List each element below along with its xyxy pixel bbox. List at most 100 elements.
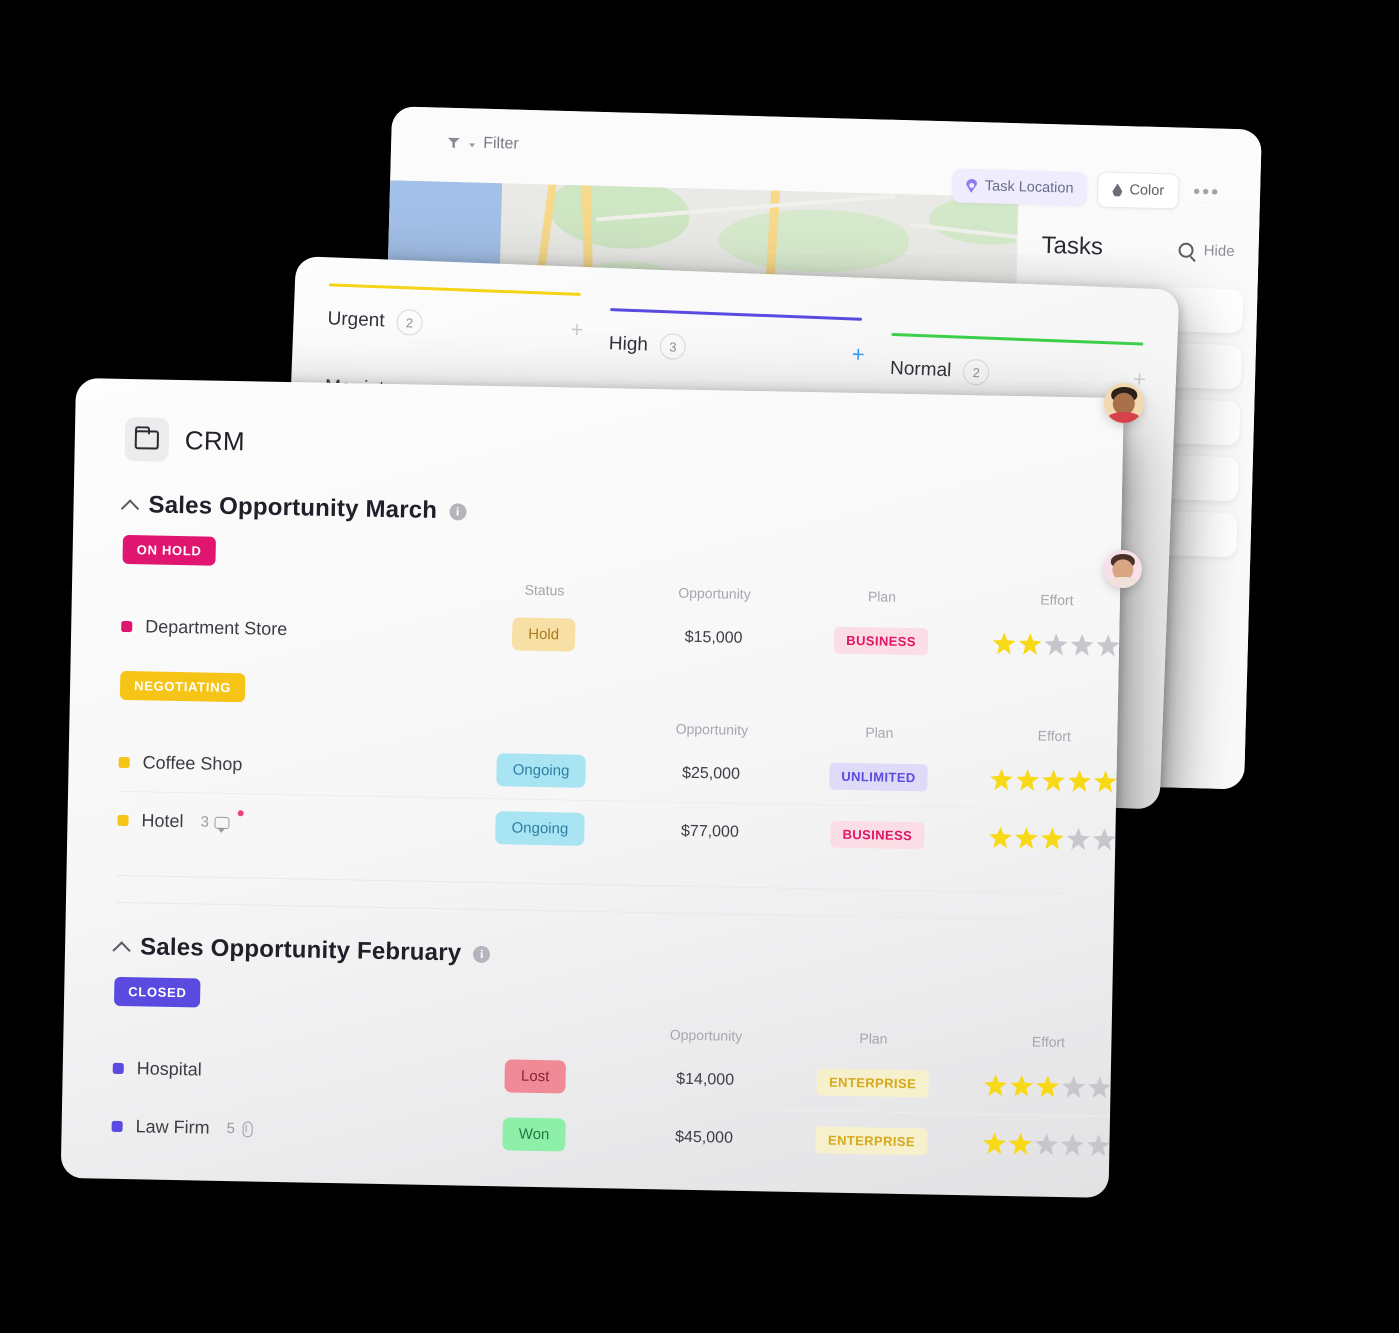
color-label: Color <box>1129 182 1165 200</box>
plan-cell: ENTERPRISE <box>792 1053 953 1114</box>
info-icon[interactable]: i <box>473 945 491 963</box>
plan-badge[interactable]: ENTERPRISE <box>816 1068 929 1098</box>
group-status-badge[interactable]: NEGOTIATING <box>119 670 246 703</box>
crm-group: NEGOTIATING Opportunity Plan Effort Coffee S… <box>116 655 1124 869</box>
column-count: 2 <box>396 308 424 336</box>
status-dot-icon <box>118 756 130 769</box>
column-count: 3 <box>659 333 687 361</box>
group-status-badge[interactable]: ON HOLD <box>122 534 216 566</box>
column-color-rule <box>891 332 1144 346</box>
status-cell: Won <box>451 1103 618 1165</box>
avatar-body <box>1106 411 1142 423</box>
plan-badge[interactable]: ENTERPRISE <box>815 1126 928 1156</box>
row-name-cell: Hotel 3 <box>117 810 457 838</box>
col-header-effort: Effort <box>1031 1033 1066 1051</box>
effort-cell <box>956 807 1124 869</box>
row-name-cell: Hospital <box>112 1058 453 1086</box>
effort-rating[interactable] <box>951 1131 1124 1157</box>
paperclip-icon <box>241 1121 254 1136</box>
chevron-down-icon <box>469 143 476 148</box>
avatar[interactable] <box>1104 550 1142 588</box>
info-icon[interactable]: i <box>449 502 467 521</box>
star-icon <box>983 1132 1006 1154</box>
park-area <box>717 207 910 275</box>
crm-window: CRM Sales Opportunity March i ON HOLD Statu… <box>60 378 1124 1198</box>
folder-icon <box>134 429 160 450</box>
star-icon <box>1035 1133 1058 1155</box>
record-name: Hotel <box>141 810 184 832</box>
more-options-button[interactable]: ••• <box>1189 180 1225 204</box>
empty-rows-placeholder <box>115 874 1065 922</box>
filter-icon <box>447 137 460 148</box>
row-divider <box>110 1180 1059 1198</box>
status-badge[interactable]: Hold <box>511 617 576 652</box>
star-icon <box>1088 1076 1111 1098</box>
comment-indicator[interactable]: 3 <box>200 810 245 831</box>
hide-button[interactable]: Hide <box>1203 242 1234 260</box>
opportunity-value: $15,000 <box>684 628 743 647</box>
map-action-bar: Task Location Color ••• <box>951 167 1224 210</box>
column-header: Urgent 2 + <box>327 306 584 342</box>
opportunities-table: Opportunity Plan Effort Coffee Shop Ongoing $… <box>116 700 1124 869</box>
attachment-count: 5 <box>226 1120 236 1138</box>
effort-cell <box>961 614 1124 675</box>
status-badge[interactable]: Lost <box>504 1059 566 1094</box>
avatar[interactable] <box>1104 383 1144 423</box>
effort-rating[interactable] <box>961 632 1124 658</box>
star-icon <box>1010 1075 1033 1097</box>
star-icon <box>1068 770 1091 792</box>
plan-cell: ENTERPRISE <box>790 1110 953 1171</box>
attachment-indicator[interactable]: 5 <box>226 1120 254 1138</box>
opportunity-value: $77,000 <box>621 801 798 862</box>
collapse-chevron-icon[interactable] <box>115 940 128 953</box>
comment-icon <box>214 816 230 829</box>
plan-badge[interactable]: UNLIMITED <box>829 762 928 792</box>
row-divider <box>115 901 1064 922</box>
col-header-plan: Plan <box>859 1030 888 1047</box>
plan-cell: BUSINESS <box>796 804 958 865</box>
col-header-effort: Effort <box>1037 727 1072 745</box>
folder-icon-box[interactable] <box>124 416 170 462</box>
status-badge[interactable]: Won <box>502 1117 566 1152</box>
status-badge[interactable]: Ongoing <box>495 811 585 846</box>
add-task-button[interactable]: + <box>570 317 584 342</box>
status-cell: Ongoing <box>458 740 624 801</box>
color-button[interactable]: Color <box>1097 171 1180 210</box>
row-name-cell: Coffee Shop <box>118 752 458 780</box>
collapse-chevron-icon[interactable] <box>123 498 136 511</box>
column-title: Urgent <box>327 308 386 332</box>
effort-rating[interactable] <box>957 826 1124 852</box>
opportunity-value: $25,000 <box>681 764 741 783</box>
crm-group: ON HOLD Status Opportunity Plan Effort Depart… <box>121 519 1071 673</box>
star-icon <box>1018 633 1041 655</box>
column-header: Normal 2 + <box>890 356 1147 392</box>
search-icon[interactable] <box>1178 242 1194 258</box>
group-status-badge[interactable]: CLOSED <box>113 976 201 1008</box>
status-cell: Lost <box>452 1046 618 1107</box>
add-task-button[interactable]: + <box>851 341 865 366</box>
effort-cell <box>950 1113 1124 1175</box>
avatar-body <box>1106 577 1140 588</box>
status-dot-icon <box>117 814 129 827</box>
effort-rating[interactable] <box>952 1073 1123 1099</box>
effort-rating[interactable] <box>958 768 1124 794</box>
star-icon <box>984 1074 1007 1096</box>
col-header-plan: Plan <box>867 588 897 605</box>
task-location-button[interactable]: Task Location <box>951 168 1088 207</box>
plan-badge[interactable]: BUSINESS <box>830 820 925 850</box>
status-badge[interactable]: Ongoing <box>496 753 586 788</box>
row-name-cell: Department Store <box>121 616 461 644</box>
star-icon <box>1015 827 1038 849</box>
star-icon <box>990 768 1013 790</box>
location-pin-icon <box>966 179 977 193</box>
plan-badge[interactable]: BUSINESS <box>834 626 929 656</box>
opportunities-table: Opportunity Plan Effort Hospital Lost $14,000… <box>111 1006 1124 1175</box>
column-color-rule <box>610 308 863 321</box>
effort-cell <box>952 1056 1124 1117</box>
col-header-status <box>459 706 625 743</box>
record-name: Hospital <box>136 1058 202 1080</box>
star-icon <box>1070 634 1093 656</box>
crm-section: Sales Opportunity March i ON HOLD Status Opp… <box>116 491 1124 869</box>
filter-button[interactable]: Filter <box>447 134 519 154</box>
star-icon <box>1044 633 1067 655</box>
